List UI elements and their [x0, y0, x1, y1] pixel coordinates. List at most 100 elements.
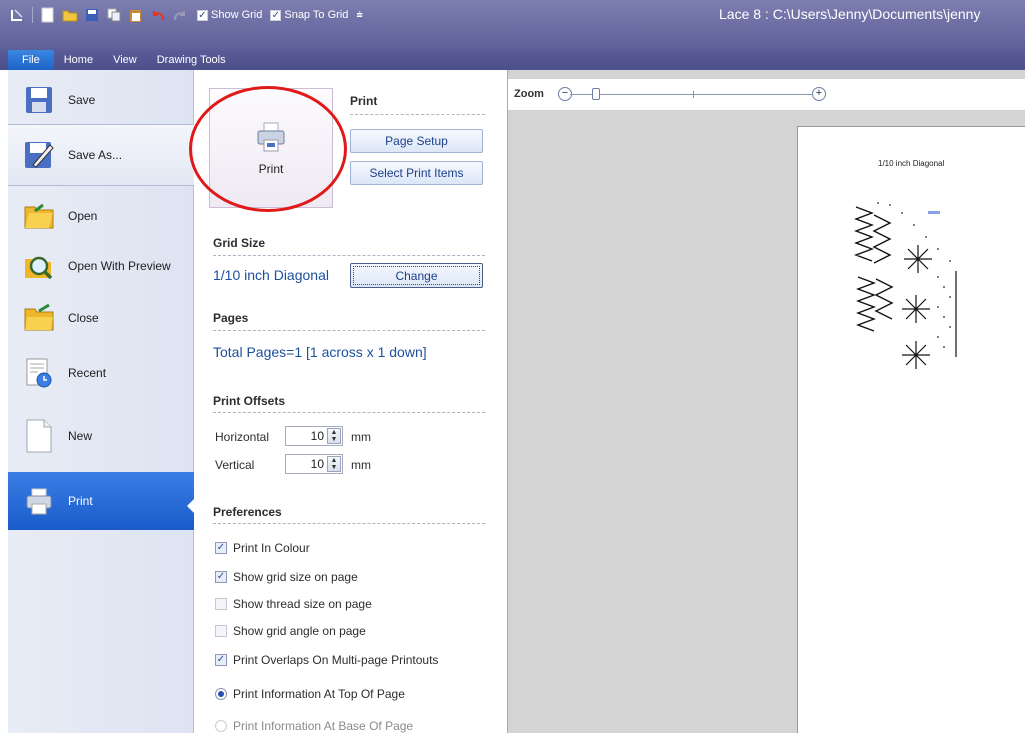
zoom-bar: Zoom − +: [508, 78, 1025, 111]
file-menu-print[interactable]: Print: [8, 472, 195, 530]
pref-print-overlaps[interactable]: ✓ Print Overlaps On Multi-page Printouts: [215, 653, 438, 667]
window-title: Lace 8 : C:\Users\Jenny\Documents\jenny: [719, 6, 981, 22]
zoom-tick: [693, 91, 694, 98]
pref-print-overlaps-label: Print Overlaps On Multi-page Printouts: [233, 653, 439, 667]
file-menu: Save Save As... Open Open With Preview C…: [8, 70, 195, 733]
page-setup-button[interactable]: Page Setup: [350, 129, 483, 153]
file-menu-save-label: Save: [68, 93, 96, 107]
pref-show-grid-angle[interactable]: Show grid angle on page: [215, 624, 366, 638]
new-document-icon: [22, 419, 56, 453]
pref-show-grid-size[interactable]: ✓ Show grid size on page: [215, 570, 358, 584]
print-section-divider: [350, 114, 485, 115]
vertical-offset-value: 10: [310, 457, 324, 471]
pages-divider: [213, 330, 485, 331]
pref-print-in-colour-label: Print In Colour: [233, 541, 310, 555]
horizontal-offset-unit: mm: [351, 430, 371, 444]
file-menu-close[interactable]: Close: [8, 298, 194, 338]
pref-show-thread-size[interactable]: Show thread size on page: [215, 597, 372, 611]
file-menu-recent[interactable]: Recent: [8, 350, 194, 396]
checkbox-unchecked-icon: [215, 625, 227, 637]
pages-value: Total Pages=1 [1 across x 1 down]: [213, 344, 427, 360]
print-offsets-divider: [213, 412, 485, 413]
app-logo-icon[interactable]: [8, 6, 26, 24]
vertical-offset-label: Vertical: [215, 458, 255, 472]
preferences-divider: [213, 523, 485, 524]
file-menu-new[interactable]: New: [8, 410, 194, 462]
zoom-slider-thumb[interactable]: [592, 88, 600, 100]
grid-size-header: Grid Size: [213, 236, 266, 250]
quick-access-toolbar: ✓ Show Grid ✓ Snap To Grid ⩧: [8, 4, 363, 26]
pref-show-thread-size-label: Show thread size on page: [233, 597, 372, 611]
checkbox-checked-icon: ✓: [215, 654, 227, 666]
snap-to-grid-label: Snap To Grid: [284, 9, 349, 21]
pref-show-grid-angle-label: Show grid angle on page: [233, 624, 366, 638]
show-grid-toggle[interactable]: ✓ Show Grid: [197, 9, 262, 21]
file-menu-new-label: New: [68, 429, 93, 443]
show-grid-label: Show Grid: [211, 9, 263, 21]
copy-icon[interactable]: [105, 6, 123, 24]
tab-view[interactable]: View: [103, 50, 147, 70]
paste-icon[interactable]: [127, 6, 145, 24]
radio-unselected-icon: [215, 720, 227, 732]
printer-icon: [22, 484, 56, 518]
change-grid-size-button[interactable]: Change: [350, 263, 483, 288]
radio-info-base[interactable]: Print Information At Base Of Page: [215, 719, 413, 733]
file-menu-open[interactable]: Open: [8, 196, 194, 236]
print-preview: Zoom − + 1/10 inch Diagonal: [507, 70, 1025, 733]
pref-print-in-colour[interactable]: ✓ Print In Colour: [215, 541, 310, 555]
redo-icon[interactable]: [171, 6, 189, 24]
pref-show-grid-size-label: Show grid size on page: [233, 570, 358, 584]
tab-drawing-tools[interactable]: Drawing Tools: [147, 50, 236, 70]
checkbox-checked-icon: ✓: [215, 571, 227, 583]
open-with-preview-icon: [22, 249, 56, 283]
snap-to-grid-toggle[interactable]: ✓ Snap To Grid: [270, 9, 348, 21]
title-bar: ✓ Show Grid ✓ Snap To Grid ⩧ Lace 8 : C:…: [0, 0, 1025, 50]
close-folder-icon: [22, 301, 56, 335]
file-menu-open-with-preview[interactable]: Open With Preview: [8, 246, 194, 286]
radio-selected-icon: [215, 688, 227, 700]
file-menu-save-as[interactable]: Save As...: [8, 124, 194, 186]
snap-to-grid-checkbox-icon: ✓: [270, 9, 282, 21]
horizontal-spin-arrows-icon[interactable]: ▲ ▼: [327, 428, 341, 444]
print-section-header: Print: [350, 94, 378, 108]
file-menu-close-label: Close: [68, 311, 99, 325]
customize-qat-icon[interactable]: ⩧: [356, 9, 362, 22]
radio-info-top[interactable]: Print Information At Top Of Page: [215, 687, 405, 701]
open-folder-qat-icon[interactable]: [61, 6, 79, 24]
save-qat-icon[interactable]: [83, 6, 101, 24]
show-grid-checkbox-icon: ✓: [197, 9, 208, 21]
vertical-offset-unit: mm: [351, 458, 371, 472]
radio-info-base-label: Print Information At Base Of Page: [233, 719, 414, 733]
file-menu-recent-label: Recent: [68, 366, 107, 380]
open-folder-icon: [22, 199, 56, 233]
checkbox-unchecked-icon: [215, 598, 227, 610]
file-menu-save[interactable]: Save: [8, 80, 194, 120]
file-menu-save-as-label: Save As...: [68, 148, 123, 162]
save-icon: [22, 83, 56, 117]
radio-info-top-label: Print Information At Top Of Page: [233, 687, 405, 701]
horizontal-offset-label: Horizontal: [215, 430, 270, 444]
grid-size-value: 1/10 inch Diagonal: [213, 267, 329, 283]
highlight-circle: [189, 86, 347, 212]
file-menu-print-label: Print: [68, 494, 93, 508]
print-offsets-header: Print Offsets: [213, 394, 286, 408]
preview-page-title: 1/10 inch Diagonal: [878, 159, 945, 168]
undo-icon[interactable]: [149, 6, 167, 24]
zoom-label: Zoom: [514, 88, 544, 100]
pages-header: Pages: [213, 311, 249, 325]
lace-pattern-image: [854, 202, 957, 369]
horizontal-offset-input[interactable]: 10 ▲ ▼: [285, 426, 343, 446]
preview-page: 1/10 inch Diagonal: [797, 126, 1025, 733]
select-print-items-button[interactable]: Select Print Items: [350, 161, 483, 185]
zoom-in-icon[interactable]: +: [812, 87, 826, 101]
horizontal-offset-value: 10: [310, 429, 324, 443]
tab-home[interactable]: Home: [54, 50, 103, 70]
tab-file[interactable]: File: [8, 50, 54, 70]
file-menu-open-label: Open: [68, 209, 98, 223]
checkbox-checked-icon: ✓: [215, 542, 227, 554]
vertical-spin-arrows-icon[interactable]: ▲ ▼: [327, 456, 341, 472]
file-menu-open-with-preview-label: Open With Preview: [68, 259, 171, 273]
recent-icon: [22, 356, 56, 390]
vertical-offset-input[interactable]: 10 ▲ ▼: [285, 454, 343, 474]
new-file-icon[interactable]: [39, 6, 57, 24]
